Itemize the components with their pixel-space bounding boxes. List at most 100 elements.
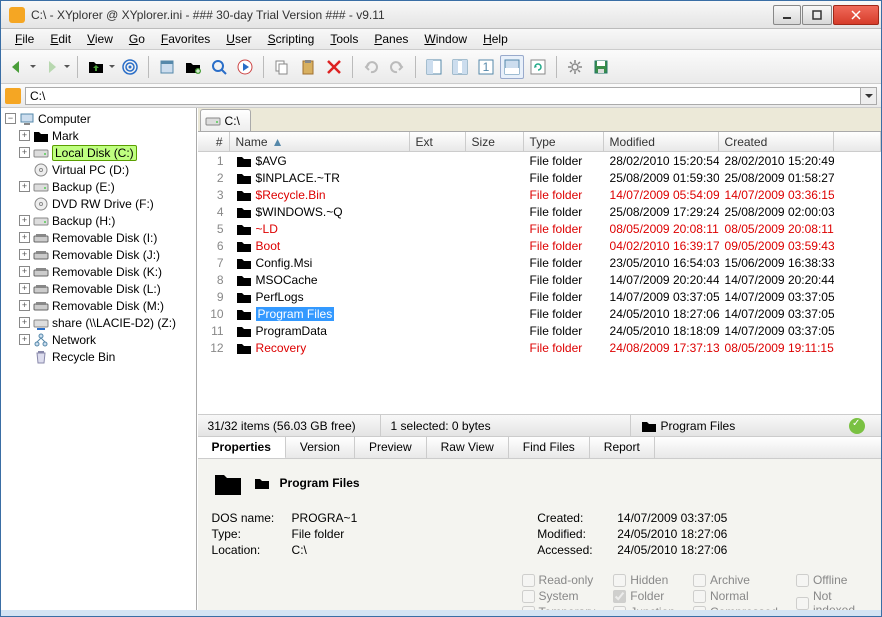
menu-scripting[interactable]: Scripting (260, 30, 323, 48)
minimize-button[interactable] (773, 5, 801, 25)
col-name[interactable]: Name▲ (230, 132, 410, 151)
tree-item[interactable]: +Removable Disk (M:) (1, 297, 196, 314)
tree-item[interactable]: Recycle Bin (1, 348, 196, 365)
settings-button[interactable] (563, 55, 587, 79)
table-row[interactable]: 8MSOCacheFile folder14/07/2009 20:20:441… (198, 271, 881, 288)
toolbar: 1 (1, 50, 881, 84)
col-num[interactable]: # (198, 132, 230, 151)
table-row[interactable]: 10Program FilesFile folder24/05/2010 18:… (198, 305, 881, 322)
menu-panes[interactable]: Panes (366, 30, 416, 48)
target-button[interactable] (118, 55, 142, 79)
table-row[interactable]: 6BootFile folder04/02/2010 16:39:1709/05… (198, 237, 881, 254)
address-dropdown[interactable] (861, 87, 877, 105)
delete-button[interactable] (322, 55, 346, 79)
info-tab-find-files[interactable]: Find Files (509, 437, 590, 458)
table-row[interactable]: 2$INPLACE.~TRFile folder25/08/2009 01:59… (198, 169, 881, 186)
menu-edit[interactable]: Edit (42, 30, 79, 48)
attr-junction[interactable]: Junction (613, 605, 675, 610)
table-row[interactable]: 5~LDFile folder08/05/2009 20:08:1108/05/… (198, 220, 881, 237)
pane-num-button[interactable]: 1 (474, 55, 498, 79)
save-button[interactable] (589, 55, 613, 79)
tree-item[interactable]: +Backup (H:) (1, 212, 196, 229)
info-tab-preview[interactable]: Preview (355, 437, 427, 458)
table-row[interactable]: 1$AVGFile folder28/02/2010 15:20:5428/02… (198, 152, 881, 169)
tree-item[interactable]: +Network (1, 331, 196, 348)
table-row[interactable]: 9PerfLogsFile folder14/07/2009 03:37:051… (198, 288, 881, 305)
up-dropdown[interactable] (108, 62, 116, 71)
svg-text:1: 1 (483, 60, 490, 74)
properties-button[interactable] (155, 55, 179, 79)
paste-button[interactable] (296, 55, 320, 79)
redo-button[interactable] (385, 55, 409, 79)
tree-item[interactable]: +Mark (1, 127, 196, 144)
menu-favorites[interactable]: Favorites (153, 30, 218, 48)
file-list[interactable]: 1$AVGFile folder28/02/2010 15:20:5428/02… (198, 152, 881, 414)
up-button[interactable] (84, 55, 108, 79)
menu-file[interactable]: File (7, 30, 42, 48)
attr-hidden[interactable]: Hidden (613, 573, 675, 587)
find-button[interactable] (207, 55, 231, 79)
copy-button[interactable] (270, 55, 294, 79)
info-tabs: PropertiesVersionPreviewRaw ViewFind Fil… (198, 436, 881, 458)
address-input[interactable] (25, 87, 861, 105)
tree-item[interactable]: +Removable Disk (I:) (1, 229, 196, 246)
menu-view[interactable]: View (79, 30, 121, 48)
tree-item[interactable]: +Removable Disk (K:) (1, 263, 196, 280)
attr-offline[interactable]: Offline (796, 573, 867, 587)
info-tab-version[interactable]: Version (286, 437, 355, 458)
info-tab-properties[interactable]: Properties (198, 437, 286, 459)
close-button[interactable] (833, 5, 879, 25)
tree-item[interactable]: +Removable Disk (L:) (1, 280, 196, 297)
maximize-button[interactable] (802, 5, 832, 25)
col-created[interactable]: Created (719, 132, 834, 151)
back-button[interactable] (5, 55, 29, 79)
col-size[interactable]: Size (466, 132, 524, 151)
back-dropdown[interactable] (29, 62, 37, 71)
info-tab-raw-view[interactable]: Raw View (427, 437, 509, 458)
menu-help[interactable]: Help (475, 30, 516, 48)
tab-bar: C:\ (198, 108, 881, 132)
menu-window[interactable]: Window (416, 30, 475, 48)
open-folder-button[interactable] (181, 55, 205, 79)
attr-normal[interactable]: Normal (693, 589, 778, 603)
table-row[interactable]: 7Config.MsiFile folder23/05/2010 16:54:0… (198, 254, 881, 271)
pane2-button[interactable] (448, 55, 472, 79)
forward-button[interactable] (39, 55, 63, 79)
attr-not-indexed[interactable]: Not indexed (796, 589, 867, 610)
tree-item[interactable]: +Local Disk (C:) (1, 144, 196, 161)
attr-folder[interactable]: Folder (613, 589, 675, 603)
menu-user[interactable]: User (218, 30, 259, 48)
attr-system[interactable]: System (522, 589, 596, 603)
props-title: Program Files (280, 476, 360, 490)
attr-archive[interactable]: Archive (693, 573, 778, 587)
attr-read-only[interactable]: Read-only (522, 573, 596, 587)
col-modified[interactable]: Modified (604, 132, 719, 151)
tree-item[interactable]: Virtual PC (D:) (1, 161, 196, 178)
pane1-button[interactable] (422, 55, 446, 79)
attr-compressed[interactable]: Compressed (693, 605, 778, 610)
info-tab-report[interactable]: Report (590, 437, 655, 458)
tree-item[interactable]: +Backup (E:) (1, 178, 196, 195)
menu-go[interactable]: Go (121, 30, 153, 48)
tree-item[interactable]: +Removable Disk (J:) (1, 246, 196, 263)
attr-temporary[interactable]: Temporary (522, 605, 596, 610)
tree-item[interactable]: +share (\\LACIE-D2) (Z:) (1, 314, 196, 331)
table-row[interactable]: 11ProgramDataFile folder24/05/2010 18:18… (198, 322, 881, 339)
tab-c-drive[interactable]: C:\ (200, 109, 251, 131)
table-row[interactable]: 4$WINDOWS.~QFile folder25/08/2009 17:29:… (198, 203, 881, 220)
folder-tree[interactable]: − Computer +Mark+Local Disk (C:)Virtual … (1, 108, 197, 610)
undo-button[interactable] (359, 55, 383, 79)
table-row[interactable]: 12RecoveryFile folder24/08/2009 17:37:13… (198, 339, 881, 356)
menu-bar: FileEditViewGoFavoritesUserScriptingTool… (1, 29, 881, 50)
tree-item[interactable]: DVD RW Drive (F:) (1, 195, 196, 212)
col-ext[interactable]: Ext (410, 132, 466, 151)
col-type[interactable]: Type (524, 132, 604, 151)
tree-root[interactable]: − Computer (1, 110, 196, 127)
table-row[interactable]: 3$Recycle.BinFile folder14/07/2009 05:54… (198, 186, 881, 203)
forward-dropdown[interactable] (63, 62, 71, 71)
pane-active-button[interactable] (500, 55, 524, 79)
preview-button[interactable] (233, 55, 257, 79)
refresh-button[interactable] (526, 55, 550, 79)
address-bar (1, 84, 881, 108)
menu-tools[interactable]: Tools (322, 30, 366, 48)
